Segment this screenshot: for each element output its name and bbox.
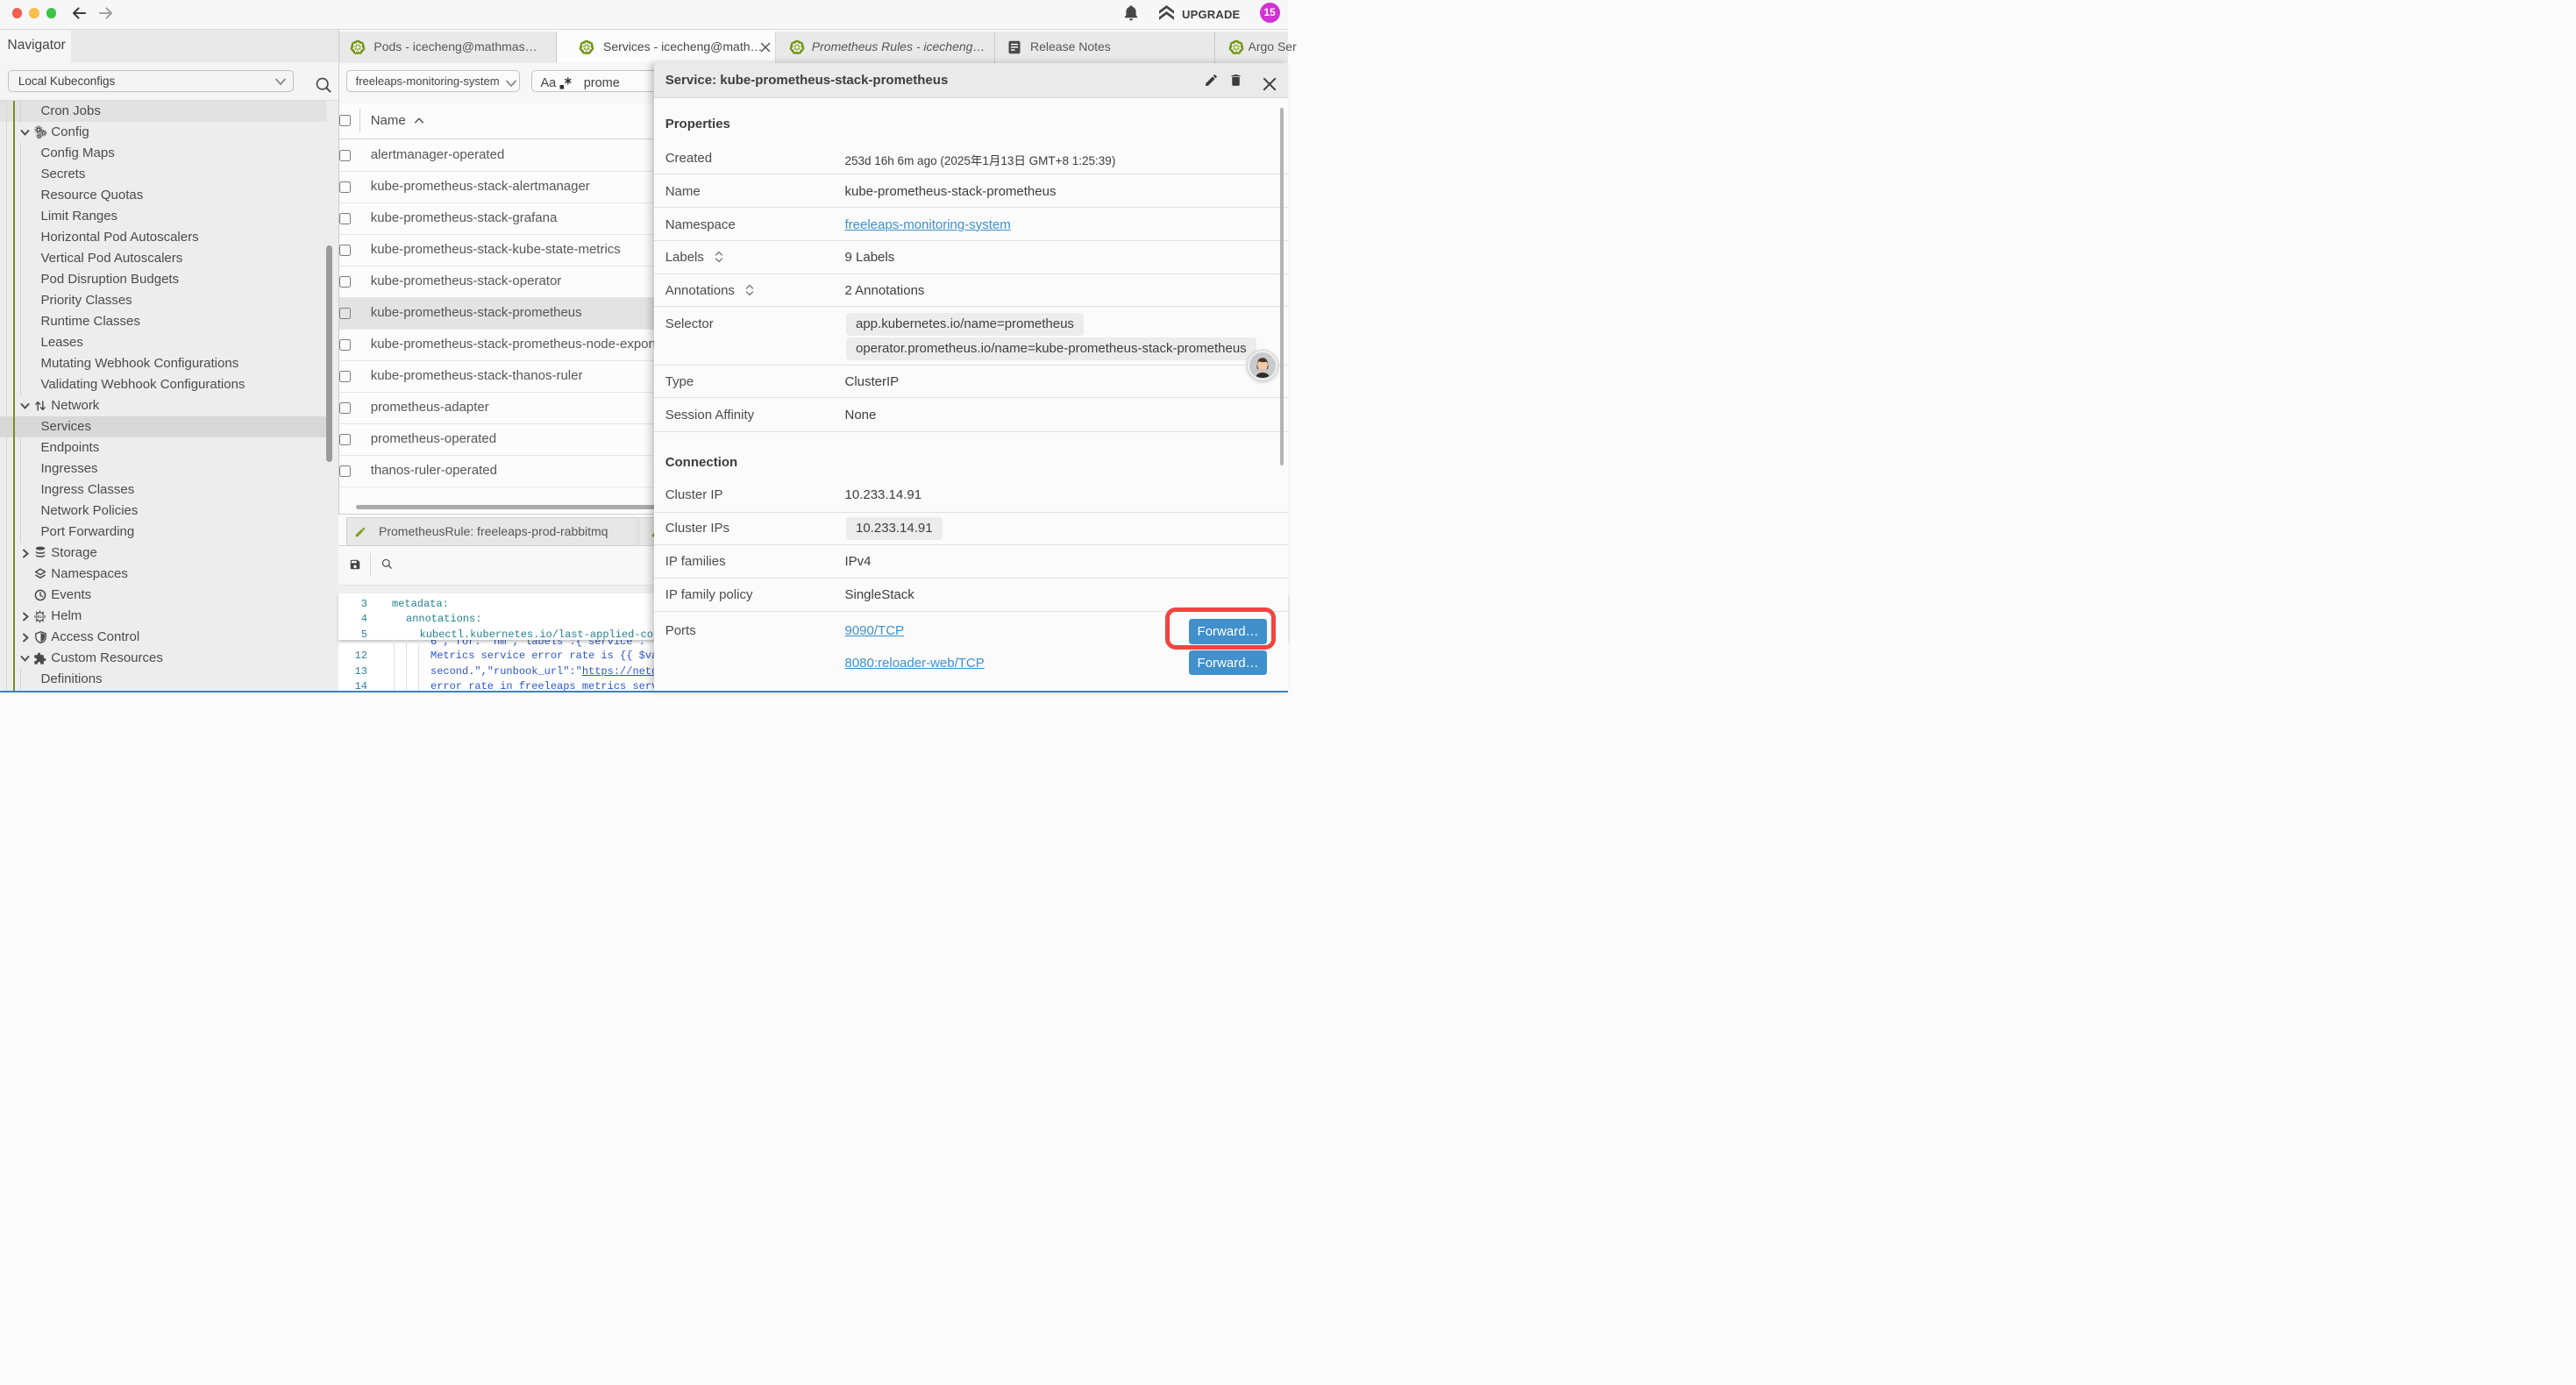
- svg-text:HELM: HELM: [34, 614, 46, 619]
